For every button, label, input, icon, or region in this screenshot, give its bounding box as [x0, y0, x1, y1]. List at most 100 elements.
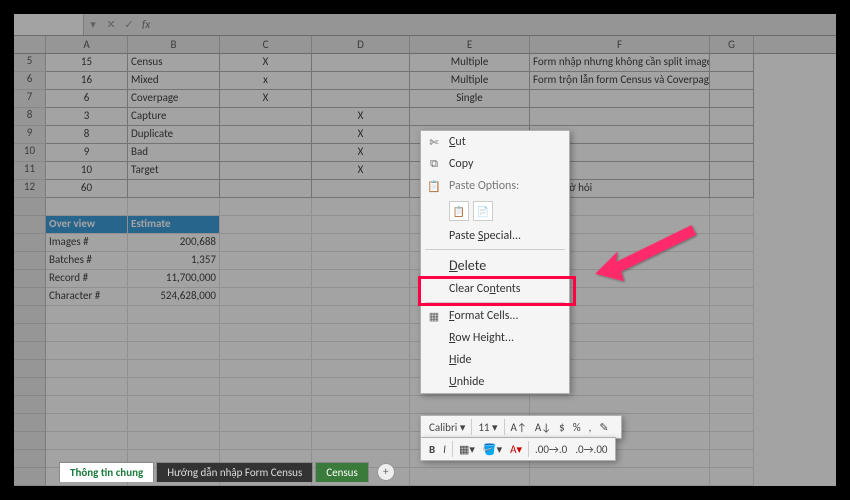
cell[interactable]	[128, 180, 220, 198]
cell[interactable]	[46, 378, 128, 396]
cell[interactable]	[710, 252, 754, 270]
cell[interactable]: x	[220, 72, 312, 90]
cell[interactable]	[128, 306, 220, 324]
increase-decimal-icon[interactable]: .0→.00	[573, 442, 609, 457]
cell[interactable]	[530, 108, 710, 126]
cell[interactable]	[710, 396, 754, 414]
comma-icon[interactable]: ,	[587, 420, 594, 435]
menu-row-height[interactable]: Row Height...	[421, 327, 569, 349]
cell[interactable]	[220, 432, 312, 450]
cell[interactable]: X	[220, 90, 312, 108]
menu-delete[interactable]: Delete	[421, 252, 569, 278]
paste-option-icon[interactable]: 📋	[449, 201, 469, 221]
cell[interactable]	[220, 396, 312, 414]
overview-value[interactable]: 200,688	[128, 234, 220, 252]
cell[interactable]	[220, 126, 312, 144]
cell[interactable]: Form trộn lẫn form Census và Coverpage	[530, 72, 710, 90]
cell[interactable]	[710, 54, 754, 72]
cancel-formula-icon[interactable]: ✕	[102, 18, 120, 31]
row-header[interactable]	[14, 378, 46, 396]
cell[interactable]	[710, 72, 754, 90]
cell[interactable]: X	[312, 162, 410, 180]
col-header-c[interactable]: C	[220, 36, 312, 53]
cell[interactable]	[220, 180, 312, 198]
cell[interactable]	[312, 432, 410, 450]
decrease-decimal-icon[interactable]: .00→.0	[533, 442, 569, 457]
cell[interactable]	[312, 360, 410, 378]
decrease-font-icon[interactable]: A↓	[533, 420, 553, 435]
row-header[interactable]	[14, 414, 46, 432]
cell[interactable]	[128, 198, 220, 216]
sheet-tab[interactable]: Hướng dẫn nhập Form Census	[156, 462, 313, 482]
italic-button[interactable]: I	[441, 442, 448, 457]
cell[interactable]	[312, 306, 410, 324]
menu-copy[interactable]: ⧉ Copy	[421, 153, 569, 175]
cell[interactable]	[220, 270, 312, 288]
cell[interactable]	[710, 342, 754, 360]
row-header[interactable]: 12	[14, 180, 46, 198]
cell[interactable]: X	[220, 54, 312, 72]
row-header[interactable]	[14, 252, 46, 270]
row-header[interactable]	[14, 306, 46, 324]
cell[interactable]: Coverpage	[128, 90, 220, 108]
cell[interactable]: Bad	[128, 144, 220, 162]
cell[interactable]	[128, 360, 220, 378]
cell[interactable]	[220, 378, 312, 396]
menu-unhide[interactable]: Unhide	[421, 371, 569, 393]
overview-value[interactable]: 11,700,000	[128, 270, 220, 288]
overview-header[interactable]: Over view	[46, 216, 128, 234]
cell[interactable]	[128, 396, 220, 414]
cell[interactable]	[220, 108, 312, 126]
cell[interactable]: 3	[46, 108, 128, 126]
row-header[interactable]: 8	[14, 108, 46, 126]
select-all-corner[interactable]	[14, 36, 46, 53]
cell[interactable]: Target	[128, 162, 220, 180]
cell[interactable]	[220, 162, 312, 180]
row-header[interactable]	[14, 270, 46, 288]
paste-option-icon[interactable]: 📄	[473, 201, 493, 221]
cell[interactable]: X	[312, 126, 410, 144]
cell[interactable]	[710, 162, 754, 180]
menu-clear-contents[interactable]: Clear Contents	[421, 278, 569, 300]
cell[interactable]: Multiple	[410, 72, 530, 90]
fx-icon[interactable]: fx	[138, 18, 154, 31]
cell[interactable]	[220, 144, 312, 162]
cell[interactable]	[46, 360, 128, 378]
cell[interactable]	[312, 342, 410, 360]
cell[interactable]	[530, 396, 710, 414]
cell[interactable]	[312, 270, 410, 288]
col-header-d[interactable]: D	[312, 36, 410, 53]
cell[interactable]	[312, 324, 410, 342]
cell[interactable]: Mixed	[128, 72, 220, 90]
cell[interactable]	[220, 342, 312, 360]
cell[interactable]: 60	[46, 180, 128, 198]
cell[interactable]	[710, 432, 754, 450]
overview-value[interactable]: 1,357	[128, 252, 220, 270]
menu-paste-special[interactable]: Paste Special...	[421, 225, 569, 247]
cell[interactable]	[128, 342, 220, 360]
overview-label[interactable]: Record #	[46, 270, 128, 288]
cell[interactable]	[710, 306, 754, 324]
cell[interactable]	[220, 288, 312, 306]
cell[interactable]	[312, 288, 410, 306]
row-header[interactable]: 5	[14, 54, 46, 72]
percent-icon[interactable]: %	[571, 420, 583, 435]
overview-label[interactable]: Images #	[46, 234, 128, 252]
cell[interactable]	[710, 270, 754, 288]
row-header[interactable]	[14, 198, 46, 216]
cell[interactable]	[220, 360, 312, 378]
cell[interactable]	[312, 216, 410, 234]
menu-format-cells[interactable]: ▦ Format Cells...	[421, 305, 569, 327]
overview-label[interactable]: Character #	[46, 288, 128, 306]
col-header-g[interactable]: G	[710, 36, 754, 53]
cell[interactable]	[410, 108, 530, 126]
cell[interactable]	[710, 144, 754, 162]
cell[interactable]	[312, 54, 410, 72]
cell[interactable]	[220, 252, 312, 270]
col-header-b[interactable]: B	[128, 36, 220, 53]
overview-value[interactable]: 524,628,000	[128, 288, 220, 306]
cell[interactable]	[128, 324, 220, 342]
row-header[interactable]	[14, 360, 46, 378]
cell[interactable]: 9	[46, 144, 128, 162]
format-painter-icon[interactable]: ✎	[597, 420, 610, 435]
